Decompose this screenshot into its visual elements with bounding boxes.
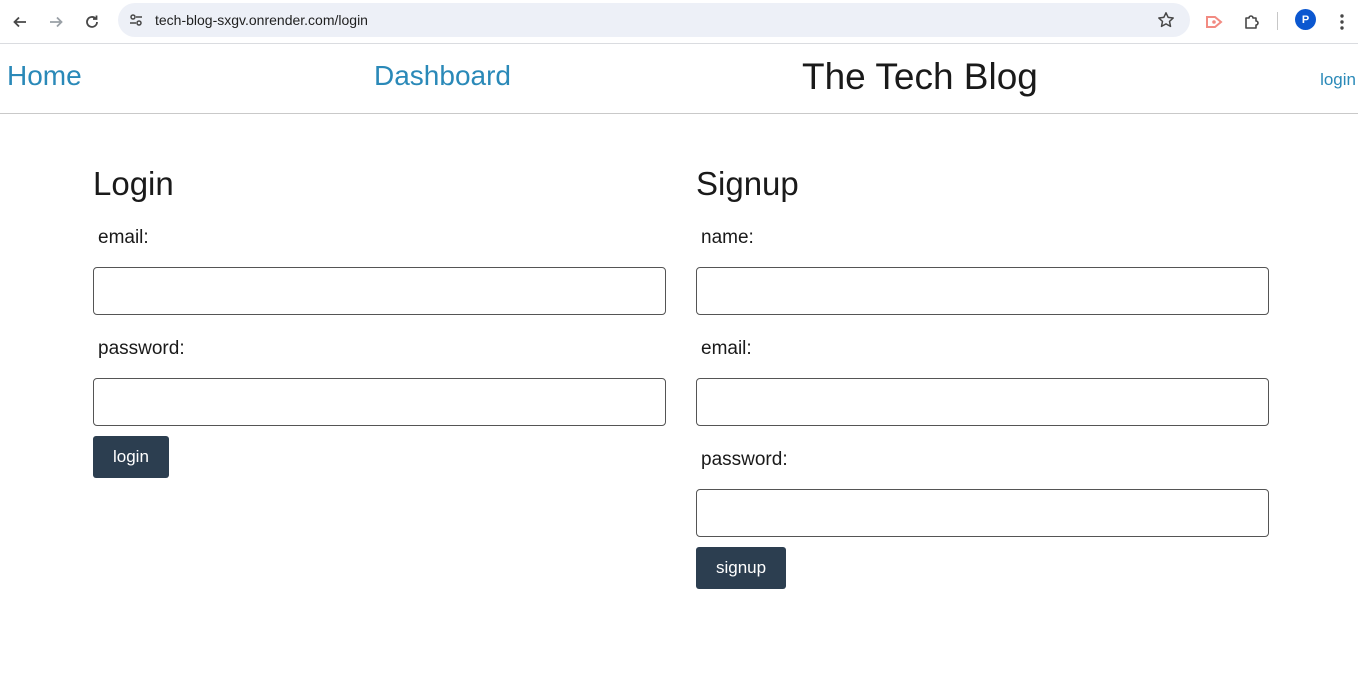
more-vert-icon [1340,14,1344,30]
signup-password-group: password: [696,446,1269,537]
bookmark-button[interactable] [1154,8,1178,32]
signup-password-input[interactable] [696,489,1269,537]
signup-heading: Signup [696,165,799,202]
extension-red-icon [1206,16,1223,28]
signup-button[interactable]: signup [696,547,787,589]
signup-password-label: password: [701,449,788,470]
signup-email-label: email: [701,338,752,359]
site-title: The Tech Blog [802,56,1038,97]
signup-name-label: name: [701,227,754,248]
login-link[interactable]: login [1320,70,1356,90]
signup-form: Signup name: email: password: signup [696,164,1269,589]
back-button[interactable] [6,8,34,36]
arrow-left-icon [13,16,26,28]
login-password-label: password: [98,338,185,359]
arrow-right-icon [50,16,63,28]
profile-avatar[interactable]: P [1295,9,1316,30]
forward-button[interactable] [42,8,70,36]
tune-icon [130,14,142,26]
puzzle-icon [1245,15,1259,29]
signup-email-input[interactable] [696,378,1269,426]
address-bar[interactable]: tech-blog-sxgv.onrender.com/login [118,3,1190,37]
browser-menu-button[interactable] [1328,8,1356,36]
signup-name-group: name: [696,224,1269,315]
reload-button[interactable] [78,8,106,36]
login-password-group: password: [93,335,666,426]
star-icon [1158,12,1174,28]
login-heading: Login [93,165,174,202]
login-form: Login email: password: login [93,164,666,478]
extensions-menu-button[interactable] [1238,8,1266,36]
reload-icon [86,15,98,28]
login-password-input[interactable] [93,378,666,426]
url-text[interactable]: tech-blog-sxgv.onrender.com/login [155,12,368,28]
dashboard-link[interactable]: Dashboard [374,60,511,92]
login-button[interactable]: login [93,436,169,478]
site-header: Home Dashboard The Tech Blog login [0,44,1358,114]
extension-button[interactable] [1201,8,1229,36]
home-link[interactable]: Home [7,60,82,92]
login-email-group: email: [93,224,666,315]
signup-email-group: email: [696,335,1269,426]
site-info-button[interactable] [124,8,148,32]
toolbar-divider [1277,12,1278,30]
signup-name-input[interactable] [696,267,1269,315]
login-email-input[interactable] [93,267,666,315]
browser-toolbar: tech-blog-sxgv.onrender.com/login P [0,0,1358,44]
login-email-label: email: [98,227,149,248]
